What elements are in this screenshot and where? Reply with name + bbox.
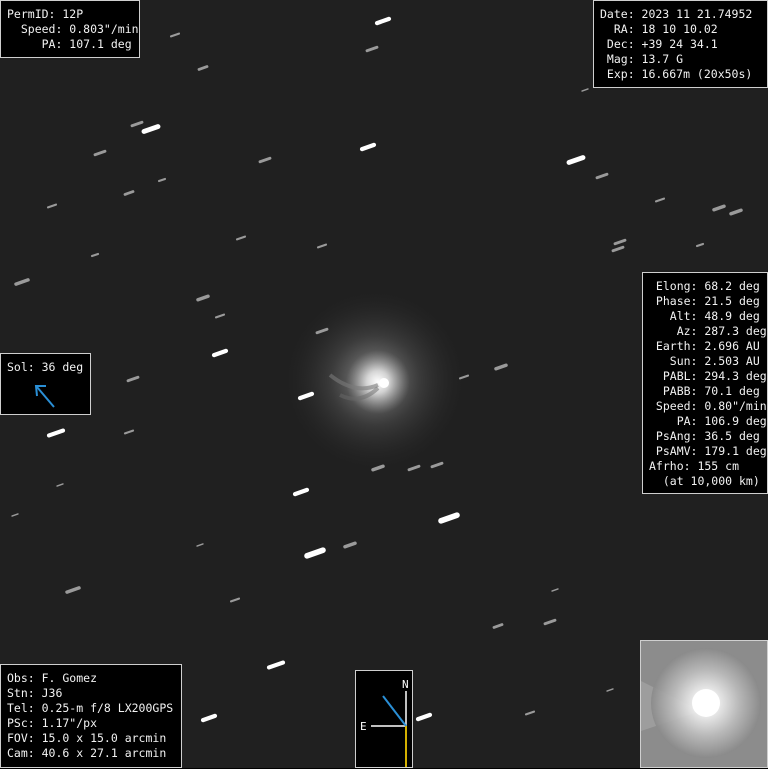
observer-line: Obs: F. Gomez <box>7 671 98 685</box>
psamv-line: PsAMV: 179.1 deg <box>649 444 767 458</box>
pabb-line: PABB: 70.1 deg <box>649 384 760 398</box>
observer-info-panel: Obs: F. Gomez Stn: J36 Tel: 0.25-m f/8 L… <box>0 664 182 768</box>
compass-rose: N E <box>355 670 413 768</box>
speed-line: Speed: 0.80"/min <box>649 399 767 413</box>
afrho-line: Afrho: 155 cm <box>649 459 740 473</box>
sun-direction-panel: Sol: 36 deg <box>0 353 91 415</box>
ra-line: RA: 18 10 10.02 <box>600 22 718 36</box>
sun-direction-arrow-icon <box>34 385 55 408</box>
east-label: E <box>360 720 367 733</box>
observation-info-panel: Date: 2023 11 21.74952 RA: 18 10 10.02 D… <box>593 0 768 88</box>
date-line: Date: 2023 11 21.74952 <box>600 7 753 21</box>
pixel-scale-line: PSc: 1.17"/px <box>7 716 98 730</box>
coma <box>285 290 465 470</box>
az-line: Az: 287.3 deg <box>649 324 767 338</box>
fov-line: FOV: 15.0 x 15.0 arcmin <box>7 731 167 745</box>
geometry-info-panel: Elong: 68.2 deg Phase: 21.5 deg Alt: 48.… <box>642 272 768 494</box>
nucleus-zoom-inset <box>640 640 768 768</box>
afrho-note-line: (at 10,000 km) <box>649 474 760 488</box>
object-info-panel: PermID: 12P Speed: 0.803"/min PA: 107.1 … <box>0 0 140 58</box>
sol-label: Sol: 36 deg <box>7 360 84 374</box>
phase-line: Phase: 21.5 deg <box>649 294 760 308</box>
elong-line: Elong: 68.2 deg <box>649 279 760 293</box>
sun-line: Sun: 2.503 AU <box>649 354 760 368</box>
earth-line: Earth: 2.696 AU <box>649 339 760 353</box>
exp-line: Exp: 16.667m (20x50s) <box>600 67 753 81</box>
psang-line: PsAng: 36.5 deg <box>649 429 760 443</box>
mag-line: Mag: 13.7 G <box>600 52 684 66</box>
alt-line: Alt: 48.9 deg <box>649 309 760 323</box>
pa-line: PA: 107.1 deg <box>7 37 132 51</box>
pa-line: PA: 106.9 deg <box>649 414 767 428</box>
speed-line: Speed: 0.803"/min <box>7 22 139 36</box>
permid-line: PermID: 12P <box>7 7 84 21</box>
dec-line: Dec: +39 24 34.1 <box>600 37 718 51</box>
station-line: Stn: J36 <box>7 686 63 700</box>
camera-line: Cam: 40.6 x 27.1 arcmin <box>7 746 167 760</box>
telescope-line: Tel: 0.25-m f/8 LX200GPS <box>7 701 174 715</box>
pabl-line: PABL: 294.3 deg <box>649 369 767 383</box>
north-label: N <box>402 678 409 691</box>
